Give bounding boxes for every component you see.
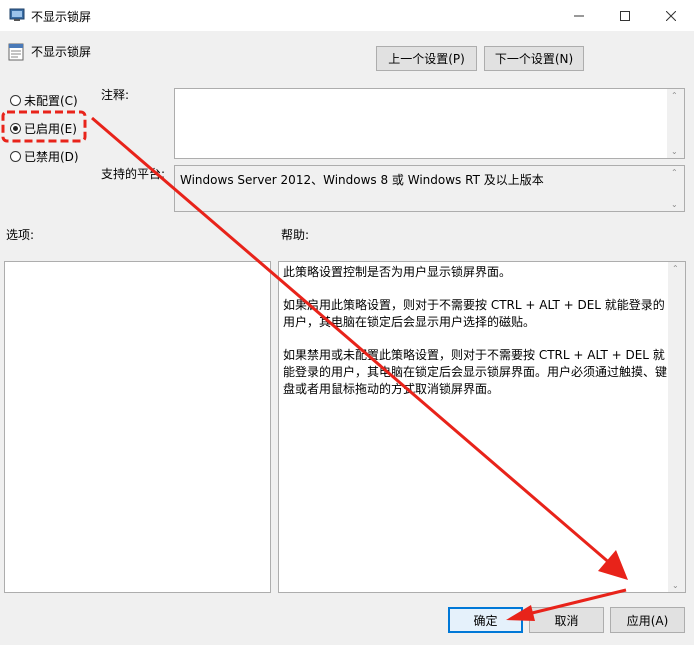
annotation-arrow-line (91, 116, 613, 567)
annotation-arrow-line (527, 588, 627, 616)
annotation-overlay (1, 110, 628, 621)
annotation-arrowhead (506, 605, 535, 621)
highlight-box (1, 110, 87, 143)
annotation-arrowhead (598, 550, 628, 580)
